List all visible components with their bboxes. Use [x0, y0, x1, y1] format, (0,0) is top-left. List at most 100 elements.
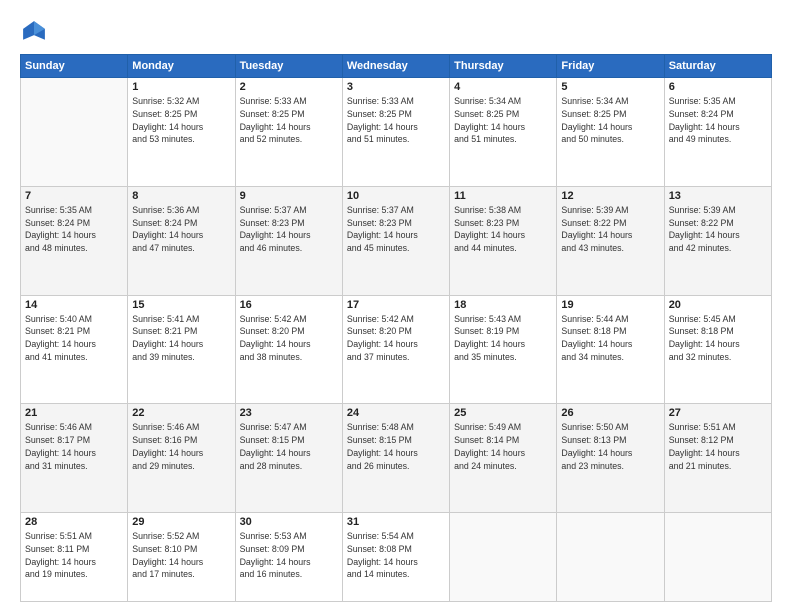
- week-row-4: 21Sunrise: 5:46 AM Sunset: 8:17 PM Dayli…: [21, 404, 772, 513]
- cell-info: Sunrise: 5:39 AM Sunset: 8:22 PM Dayligh…: [561, 204, 659, 255]
- cell-date: 31: [347, 516, 445, 528]
- cell-date: 25: [454, 407, 552, 419]
- calendar-cell: 16 Sunrise: 5:42 AM Sunset: 8:20 PM Dayli…: [235, 295, 342, 404]
- cell-info: Sunrise: 5:37 AM Sunset: 8:23 PM Dayligh…: [240, 204, 338, 255]
- cell-info: Sunrise: 5:44 AM Sunset: 8:18 PM Dayligh…: [561, 313, 659, 364]
- calendar-cell: [450, 513, 557, 602]
- calendar-cell: [557, 513, 664, 602]
- cell-info: Sunrise: 5:42 AM Sunset: 8:20 PM Dayligh…: [240, 313, 338, 364]
- cell-date: 7: [25, 190, 123, 202]
- cell-info: Sunrise: 5:45 AM Sunset: 8:18 PM Dayligh…: [669, 313, 767, 364]
- calendar-cell: 13Sunrise: 5:39 AM Sunset: 8:22 PM Dayli…: [664, 186, 771, 295]
- week-row-3: 14 Sunrise: 5:40 AM Sunset: 8:21 PM Dayli…: [21, 295, 772, 404]
- calendar-cell: 14 Sunrise: 5:40 AM Sunset: 8:21 PM Dayli…: [21, 295, 128, 404]
- cell-date: 3: [347, 81, 445, 93]
- weekday-header-row: SundayMondayTuesdayWednesdayThursdayFrid…: [21, 55, 772, 78]
- calendar-cell: 31 Sunrise: 5:54 AM Sunset: 8:08 PM Dayli…: [342, 513, 449, 602]
- cell-date: 4: [454, 81, 552, 93]
- calendar-cell: 28 Sunrise: 5:51 AM Sunset: 8:11 PM Dayli…: [21, 513, 128, 602]
- weekday-header-sunday: Sunday: [21, 55, 128, 78]
- calendar-cell: 3 Sunrise: 5:33 AM Sunset: 8:25 PM Daylig…: [342, 78, 449, 187]
- calendar-table: SundayMondayTuesdayWednesdayThursdayFrid…: [20, 54, 772, 602]
- calendar-cell: 8 Sunrise: 5:36 AM Sunset: 8:24 PM Daylig…: [128, 186, 235, 295]
- calendar-cell: 11Sunrise: 5:38 AM Sunset: 8:23 PM Dayli…: [450, 186, 557, 295]
- cell-date: 1: [132, 81, 230, 93]
- calendar-cell: 20 Sunrise: 5:45 AM Sunset: 8:18 PM Dayli…: [664, 295, 771, 404]
- cell-info: Sunrise: 5:34 AM Sunset: 8:25 PM Dayligh…: [454, 95, 552, 146]
- header: [20, 18, 772, 46]
- calendar-cell: 17 Sunrise: 5:42 AM Sunset: 8:20 PM Dayli…: [342, 295, 449, 404]
- calendar-cell: 5Sunrise: 5:34 AM Sunset: 8:25 PM Daylig…: [557, 78, 664, 187]
- cell-date: 21: [25, 407, 123, 419]
- weekday-header-monday: Monday: [128, 55, 235, 78]
- calendar-cell: 19 Sunrise: 5:44 AM Sunset: 8:18 PM Dayli…: [557, 295, 664, 404]
- cell-date: 20: [669, 299, 767, 311]
- calendar-cell: 29 Sunrise: 5:52 AM Sunset: 8:10 PM Dayli…: [128, 513, 235, 602]
- cell-date: 27: [669, 407, 767, 419]
- calendar-cell: 24Sunrise: 5:48 AM Sunset: 8:15 PM Dayli…: [342, 404, 449, 513]
- cell-date: 29: [132, 516, 230, 528]
- calendar-cell: 18Sunrise: 5:43 AM Sunset: 8:19 PM Dayli…: [450, 295, 557, 404]
- calendar-cell: 27Sunrise: 5:51 AM Sunset: 8:12 PM Dayli…: [664, 404, 771, 513]
- calendar-cell: [664, 513, 771, 602]
- cell-info: Sunrise: 5:47 AM Sunset: 8:15 PM Dayligh…: [240, 421, 338, 472]
- cell-date: 9: [240, 190, 338, 202]
- cell-info: Sunrise: 5:53 AM Sunset: 8:09 PM Dayligh…: [240, 530, 338, 581]
- cell-info: Sunrise: 5:51 AM Sunset: 8:11 PM Dayligh…: [25, 530, 123, 581]
- cell-date: 11: [454, 190, 552, 202]
- calendar-cell: 22 Sunrise: 5:46 AM Sunset: 8:16 PM Dayli…: [128, 404, 235, 513]
- cell-info: Sunrise: 5:54 AM Sunset: 8:08 PM Dayligh…: [347, 530, 445, 581]
- calendar-cell: 15 Sunrise: 5:41 AM Sunset: 8:21 PM Dayli…: [128, 295, 235, 404]
- cell-info: Sunrise: 5:39 AM Sunset: 8:22 PM Dayligh…: [669, 204, 767, 255]
- cell-info: Sunrise: 5:41 AM Sunset: 8:21 PM Dayligh…: [132, 313, 230, 364]
- cell-date: 15: [132, 299, 230, 311]
- week-row-2: 7Sunrise: 5:35 AM Sunset: 8:24 PM Daylig…: [21, 186, 772, 295]
- cell-date: 8: [132, 190, 230, 202]
- cell-info: Sunrise: 5:49 AM Sunset: 8:14 PM Dayligh…: [454, 421, 552, 472]
- cell-date: 6: [669, 81, 767, 93]
- week-row-5: 28 Sunrise: 5:51 AM Sunset: 8:11 PM Dayli…: [21, 513, 772, 602]
- weekday-header-friday: Friday: [557, 55, 664, 78]
- calendar-cell: 2Sunrise: 5:33 AM Sunset: 8:25 PM Daylig…: [235, 78, 342, 187]
- calendar-cell: [21, 78, 128, 187]
- calendar-cell: 7Sunrise: 5:35 AM Sunset: 8:24 PM Daylig…: [21, 186, 128, 295]
- cell-info: Sunrise: 5:46 AM Sunset: 8:16 PM Dayligh…: [132, 421, 230, 472]
- logo: [20, 18, 52, 46]
- cell-date: 18: [454, 299, 552, 311]
- cell-date: 17: [347, 299, 445, 311]
- cell-info: Sunrise: 5:35 AM Sunset: 8:24 PM Dayligh…: [669, 95, 767, 146]
- cell-info: Sunrise: 5:33 AM Sunset: 8:25 PM Dayligh…: [347, 95, 445, 146]
- cell-date: 28: [25, 516, 123, 528]
- cell-info: Sunrise: 5:52 AM Sunset: 8:10 PM Dayligh…: [132, 530, 230, 581]
- calendar-cell: 21Sunrise: 5:46 AM Sunset: 8:17 PM Dayli…: [21, 404, 128, 513]
- cell-date: 26: [561, 407, 659, 419]
- calendar-cell: 25 Sunrise: 5:49 AM Sunset: 8:14 PM Dayli…: [450, 404, 557, 513]
- cell-info: Sunrise: 5:42 AM Sunset: 8:20 PM Dayligh…: [347, 313, 445, 364]
- weekday-header-wednesday: Wednesday: [342, 55, 449, 78]
- week-row-1: 1 Sunrise: 5:32 AM Sunset: 8:25 PM Daylig…: [21, 78, 772, 187]
- cell-date: 14: [25, 299, 123, 311]
- cell-date: 2: [240, 81, 338, 93]
- cell-date: 22: [132, 407, 230, 419]
- cell-info: Sunrise: 5:48 AM Sunset: 8:15 PM Dayligh…: [347, 421, 445, 472]
- cell-date: 10: [347, 190, 445, 202]
- cell-info: Sunrise: 5:36 AM Sunset: 8:24 PM Dayligh…: [132, 204, 230, 255]
- cell-info: Sunrise: 5:37 AM Sunset: 8:23 PM Dayligh…: [347, 204, 445, 255]
- weekday-header-tuesday: Tuesday: [235, 55, 342, 78]
- calendar-cell: 26 Sunrise: 5:50 AM Sunset: 8:13 PM Dayli…: [557, 404, 664, 513]
- calendar-cell: 30 Sunrise: 5:53 AM Sunset: 8:09 PM Dayli…: [235, 513, 342, 602]
- calendar-cell: 9 Sunrise: 5:37 AM Sunset: 8:23 PM Daylig…: [235, 186, 342, 295]
- calendar-cell: 23Sunrise: 5:47 AM Sunset: 8:15 PM Dayli…: [235, 404, 342, 513]
- cell-info: Sunrise: 5:40 AM Sunset: 8:21 PM Dayligh…: [25, 313, 123, 364]
- calendar-cell: 4 Sunrise: 5:34 AM Sunset: 8:25 PM Daylig…: [450, 78, 557, 187]
- calendar-cell: 6 Sunrise: 5:35 AM Sunset: 8:24 PM Daylig…: [664, 78, 771, 187]
- cell-date: 5: [561, 81, 659, 93]
- calendar-cell: 10 Sunrise: 5:37 AM Sunset: 8:23 PM Dayli…: [342, 186, 449, 295]
- cell-date: 16: [240, 299, 338, 311]
- cell-date: 19: [561, 299, 659, 311]
- page: SundayMondayTuesdayWednesdayThursdayFrid…: [0, 0, 792, 612]
- cell-info: Sunrise: 5:50 AM Sunset: 8:13 PM Dayligh…: [561, 421, 659, 472]
- cell-info: Sunrise: 5:32 AM Sunset: 8:25 PM Dayligh…: [132, 95, 230, 146]
- cell-date: 30: [240, 516, 338, 528]
- calendar-cell: 12Sunrise: 5:39 AM Sunset: 8:22 PM Dayli…: [557, 186, 664, 295]
